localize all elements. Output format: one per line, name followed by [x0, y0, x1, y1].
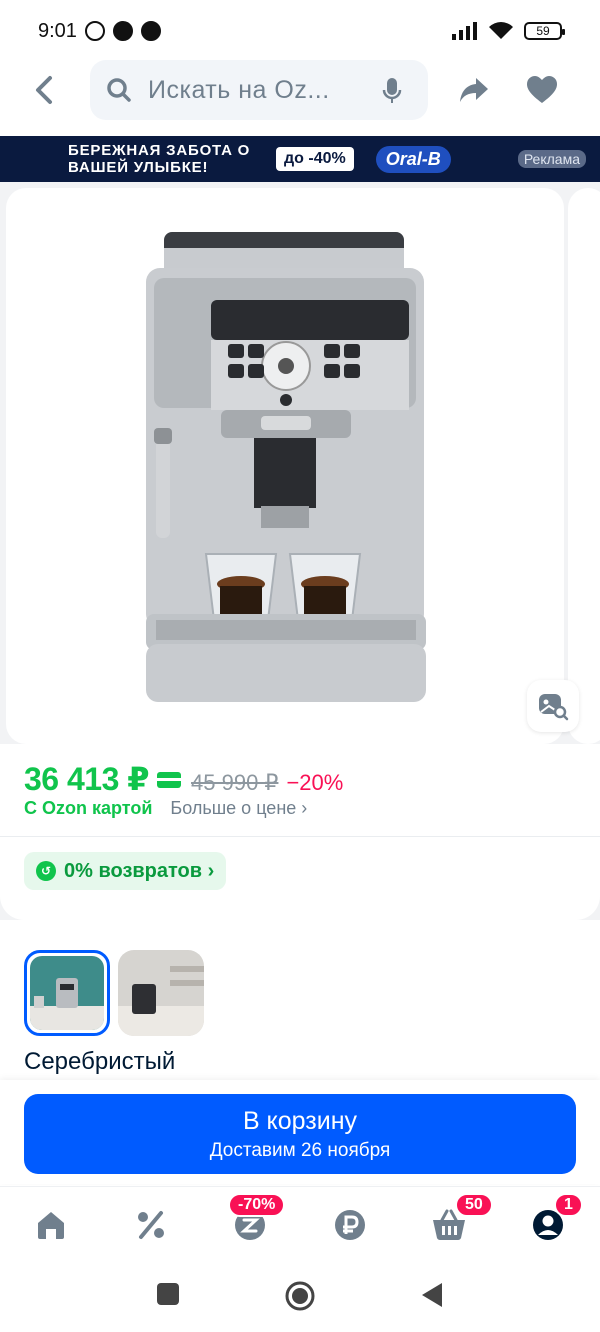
- status-time: 9:01: [38, 19, 77, 42]
- battery-indicator: 59: [524, 22, 565, 40]
- cart-bar: В корзину Доставим 26 ноября: [0, 1080, 600, 1184]
- nav-finance[interactable]: [332, 1207, 368, 1243]
- divider: [0, 836, 600, 837]
- delivery-date: Доставим 26 ноября: [209, 1139, 391, 1161]
- search-icon: [107, 78, 131, 102]
- coffee-machine-image: [146, 232, 426, 702]
- ozon-card-row: С Ozon картой Больше о цене ›: [24, 798, 307, 819]
- mir-icon: [140, 21, 161, 41]
- old-price: 45 990 ₽: [191, 770, 279, 795]
- wifi-icon: [489, 22, 513, 39]
- color-variants-section: Серебристый: [0, 934, 600, 1094]
- variant-image: [30, 956, 104, 1030]
- return-arrow-icon: ↺: [36, 861, 56, 881]
- returns-label: 0% возвратов ›: [64, 859, 215, 882]
- ozon-card-label: С Ozon картой: [24, 798, 153, 818]
- signal-icon: [452, 22, 477, 40]
- variant-thumb-black[interactable]: [118, 950, 204, 1036]
- favorite-button[interactable]: [524, 72, 560, 108]
- discount-percent: −20%: [286, 770, 344, 795]
- product-image[interactable]: [6, 188, 564, 744]
- next-image-preview[interactable]: [568, 188, 600, 744]
- price-row: 36 413 ₽ 45 990 ₽ −20%: [24, 760, 343, 798]
- ruble-icon: [335, 1210, 365, 1240]
- nav-cart[interactable]: 50: [431, 1193, 493, 1243]
- app-notification-icon: [112, 21, 133, 41]
- nav-home[interactable]: [33, 1207, 69, 1243]
- microphone-icon[interactable]: [382, 78, 402, 104]
- ozon-card-icon: [157, 772, 182, 788]
- home-icon: [38, 1212, 64, 1239]
- chevron-left-icon: [36, 76, 52, 104]
- share-icon: [460, 78, 488, 102]
- percent-icon: [138, 1211, 164, 1239]
- search-placeholder: Искать на Oz...: [148, 75, 330, 104]
- status-bar: 9:01 59: [0, 0, 600, 62]
- add-to-cart-label: В корзину: [242, 1106, 358, 1135]
- image-search-icon: [539, 694, 569, 721]
- ad-label: Реклама: [517, 150, 586, 168]
- back-triangle-icon[interactable]: [420, 1282, 444, 1308]
- variant-image: [118, 950, 204, 1036]
- bottom-navigation: -70% 50 1: [0, 1186, 600, 1260]
- nav-badge-discount: -70%: [228, 1193, 286, 1217]
- share-button[interactable]: [456, 72, 492, 108]
- selected-color-label: Серебристый: [24, 1048, 176, 1075]
- recent-apps-icon[interactable]: [156, 1282, 180, 1306]
- alarm-icon: [84, 21, 105, 41]
- price-section: 36 413 ₽ 45 990 ₽ −20% С Ozon картой Бол…: [0, 744, 600, 920]
- banner-text: БЕРЕЖНАЯ ЗАБОТА О ВАШЕЙ УЛЫБКЕ!: [68, 142, 251, 176]
- home-button-icon[interactable]: [284, 1280, 316, 1312]
- nav-discounts[interactable]: [133, 1207, 169, 1243]
- nav-badge-profile: 1: [554, 1193, 583, 1217]
- nav-profile[interactable]: 1: [530, 1193, 583, 1243]
- search-input[interactable]: Искать на Oz...: [90, 60, 428, 120]
- top-header: Искать на Oz...: [0, 60, 600, 120]
- price-details-link[interactable]: Больше о цене ›: [170, 798, 307, 819]
- banner-discount: до -40%: [276, 147, 354, 171]
- system-navigation-bar: [0, 1260, 600, 1332]
- add-to-cart-button[interactable]: В корзину Доставим 26 ноября: [24, 1094, 576, 1174]
- banner-brand-logo: Oral-B: [375, 145, 451, 173]
- heart-icon: [527, 76, 557, 103]
- variant-thumb-silver[interactable]: [24, 950, 110, 1036]
- returns-chip[interactable]: ↺ 0% возвратов ›: [24, 852, 227, 890]
- back-button[interactable]: [24, 70, 64, 110]
- find-similar-button[interactable]: [527, 680, 579, 732]
- nav-fresh[interactable]: -70%: [228, 1193, 286, 1243]
- promo-banner[interactable]: БЕРЕЖНАЯ ЗАБОТА О ВАШЕЙ УЛЫБКЕ! до -40% …: [0, 136, 600, 182]
- nav-badge-cart-count: 50: [455, 1193, 493, 1217]
- ozon-card-price: 36 413 ₽: [24, 761, 150, 797]
